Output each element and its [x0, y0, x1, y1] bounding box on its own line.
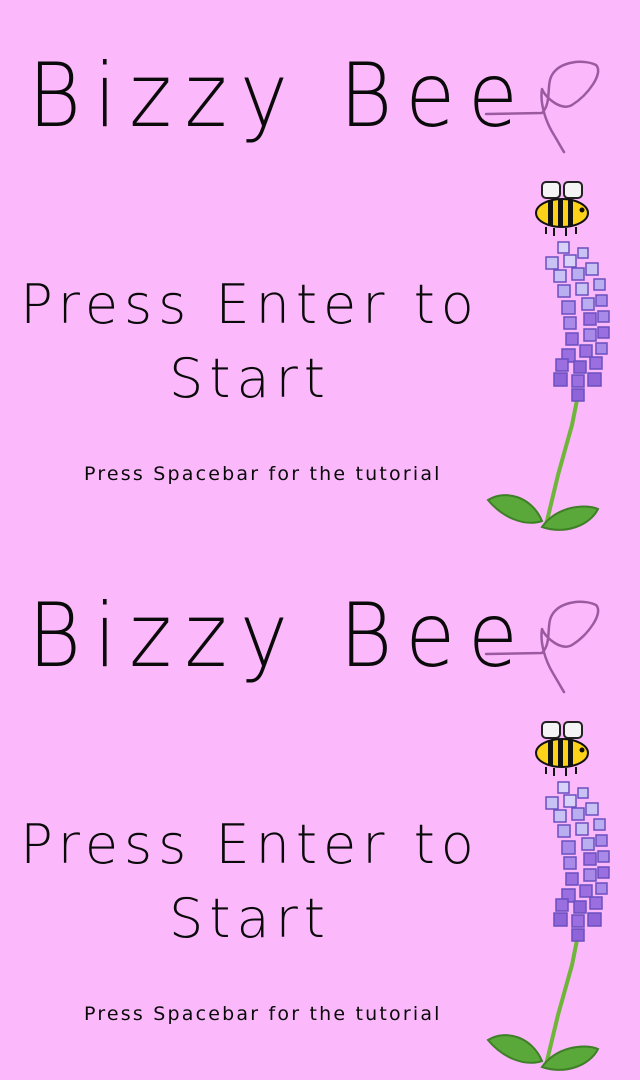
leaf-left [486, 494, 544, 524]
start-prompt: Press Enter to Start [0, 808, 500, 956]
flight-trail-icon [484, 600, 600, 694]
leaf-left [486, 1034, 544, 1064]
lupine-flower-icon [545, 241, 610, 402]
title-screen-top: Bizzy Bee Press Enter to Start Press Spa… [0, 0, 640, 540]
tutorial-prompt: Press Spacebar for the tutorial [84, 463, 442, 485]
lupine-flower-icon [545, 781, 610, 942]
start-prompt-line-1: Press Enter to [20, 273, 480, 336]
flight-trail-icon [484, 60, 600, 154]
start-prompt-line-2: Start [169, 347, 331, 410]
tutorial-prompt: Press Spacebar for the tutorial [84, 1003, 442, 1025]
game-title: Bizzy Bee [28, 584, 531, 687]
bee-icon [535, 181, 589, 236]
bee-icon [535, 721, 589, 776]
game-title: Bizzy Bee [28, 44, 531, 147]
bee-flower-art [484, 60, 610, 531]
title-screen-bottom: Bizzy Bee Press Enter to Start Press Spa… [0, 540, 640, 1080]
bee-flower-art [484, 600, 610, 1071]
start-prompt-line-2: Start [169, 887, 331, 950]
start-prompt: Press Enter to Start [0, 268, 500, 416]
start-prompt-line-1: Press Enter to [20, 813, 480, 876]
